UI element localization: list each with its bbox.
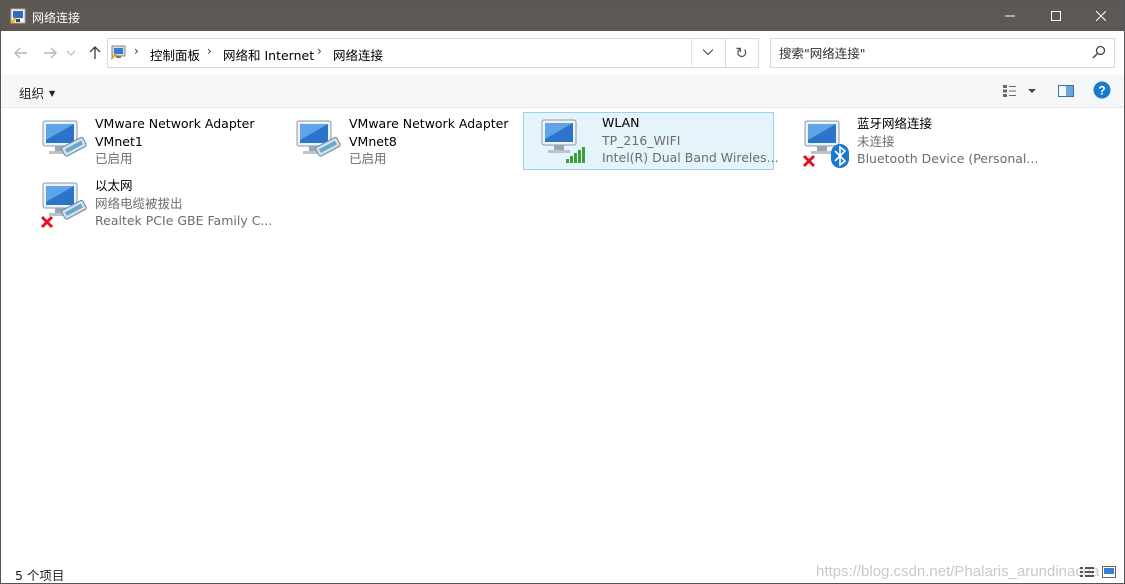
item-name: WLAN [602, 115, 640, 130]
minimize-button[interactable] [987, 1, 1033, 31]
search-icon [1092, 45, 1106, 59]
chevron-down-icon [67, 50, 75, 56]
error-x-icon [40, 215, 54, 229]
connection-item-wlan[interactable]: WLAN TP_216_WIFI Intel(R) Dual Band Wire… [523, 112, 779, 170]
close-icon [1096, 11, 1106, 21]
details-view-icon [1080, 567, 1094, 577]
item-name: 蓝牙网络连接 [857, 116, 933, 131]
breadcrumb-control-panel[interactable]: 控制面板 [150, 45, 200, 64]
caret-down-icon: ▼ [49, 89, 56, 98]
item-device: VMnet8 [349, 133, 397, 149]
address-bar[interactable]: › 控制面板 › 网络和 Internet › 网络连接 [107, 38, 726, 68]
recent-locations-button[interactable] [65, 44, 77, 62]
minimize-icon [1005, 15, 1015, 17]
preview-pane-icon [1058, 85, 1074, 97]
item-status: 未连接 [857, 133, 895, 149]
item-ssid: TP_216_WIFI [602, 132, 681, 148]
breadcrumb-separator[interactable]: › [207, 44, 212, 58]
breadcrumb-separator[interactable]: › [317, 44, 322, 58]
connection-item-vmnet1[interactable]: VMware Network Adapter VMnet1 已启用 [25, 113, 273, 171]
preview-pane-button[interactable] [1057, 83, 1075, 99]
item-count: 5 个项目 [15, 568, 65, 583]
search-input[interactable] [779, 43, 1079, 63]
maximize-button[interactable] [1033, 1, 1079, 31]
title-bar: 网络连接 [1, 1, 1124, 31]
item-status: 已启用 [349, 151, 387, 166]
help-button[interactable]: ? [1093, 81, 1111, 99]
command-bar: 组织 ▼ ? [1, 75, 1124, 108]
arrow-right-icon [44, 47, 57, 59]
network-adapter-icon [42, 120, 87, 157]
control-panel-icon [111, 45, 126, 60]
bluetooth-adapter-icon [802, 120, 849, 168]
connection-item-ethernet[interactable]: 以太网 网络电缆被拔出 Realtek PCIe GBE Family C... [25, 175, 273, 233]
error-x-icon [802, 154, 816, 168]
arrow-left-icon [14, 47, 27, 59]
search-box[interactable] [770, 38, 1115, 68]
arrow-up-icon [89, 46, 101, 59]
organize-menu[interactable]: 组织 ▼ [19, 83, 55, 102]
item-device: VMnet1 [95, 133, 143, 149]
item-name: VMware Network Adapter [349, 116, 509, 131]
close-button[interactable] [1078, 1, 1124, 31]
organize-label: 组织 [19, 86, 45, 101]
bluetooth-icon [831, 144, 849, 168]
chevron-down-icon [703, 49, 713, 55]
wifi-adapter-icon [541, 119, 585, 163]
refresh-button[interactable]: ↻ [725, 38, 759, 68]
item-status: 网络电缆被拔出 [95, 195, 183, 211]
item-status: 已启用 [95, 151, 133, 166]
ethernet-adapter-icon [40, 182, 87, 229]
breadcrumb-network-internet[interactable]: 网络和 Internet [223, 45, 314, 64]
item-device: Intel(R) Dual Band Wireles... [602, 150, 779, 165]
large-icons-view-button[interactable] [1101, 565, 1117, 579]
view-options-icon [1003, 85, 1036, 97]
breadcrumb-network-connections[interactable]: 网络连接 [333, 45, 383, 64]
back-button[interactable] [12, 44, 30, 62]
network-adapter-icon [296, 120, 341, 157]
address-history-button[interactable] [691, 38, 724, 66]
connection-item-bluetooth[interactable]: 蓝牙网络连接 未连接 Bluetooth Device (Personal... [787, 113, 1047, 171]
network-connections-icon [10, 8, 26, 24]
svg-text:?: ? [1098, 84, 1105, 98]
help-icon: ? [1093, 81, 1111, 99]
maximize-icon [1051, 11, 1061, 21]
up-button[interactable] [86, 44, 104, 62]
item-name: 以太网 [95, 178, 133, 193]
window-title: 网络连接 [32, 11, 81, 25]
large-icons-view-icon [1102, 566, 1116, 578]
item-name: VMware Network Adapter [95, 116, 255, 131]
wifi-signal-icon [566, 147, 585, 163]
details-view-button[interactable] [1079, 565, 1095, 579]
connection-item-vmnet8[interactable]: VMware Network Adapter VMnet8 已启用 [279, 113, 527, 171]
item-device: Bluetooth Device (Personal... [857, 151, 1039, 166]
address-row: › 控制面板 › 网络和 Internet › 网络连接 ↻ [1, 31, 1124, 75]
explorer-window: 网络连接 › 控制面板 › 网络和 Internet › 网络连接 ↻ 搜索"网… [0, 0, 1125, 584]
change-view-button[interactable] [1001, 83, 1037, 99]
refresh-icon: ↻ [735, 44, 748, 62]
watermark: https://blog.csdn.net/Phalaris_arundinac… [816, 563, 1100, 580]
breadcrumb-separator[interactable]: › [134, 44, 139, 58]
forward-button[interactable] [41, 44, 59, 62]
item-device: Realtek PCIe GBE Family C... [95, 213, 273, 228]
status-bar: 5 个项目 https://blog.csdn.net/Phalaris_aru… [1, 561, 1124, 583]
